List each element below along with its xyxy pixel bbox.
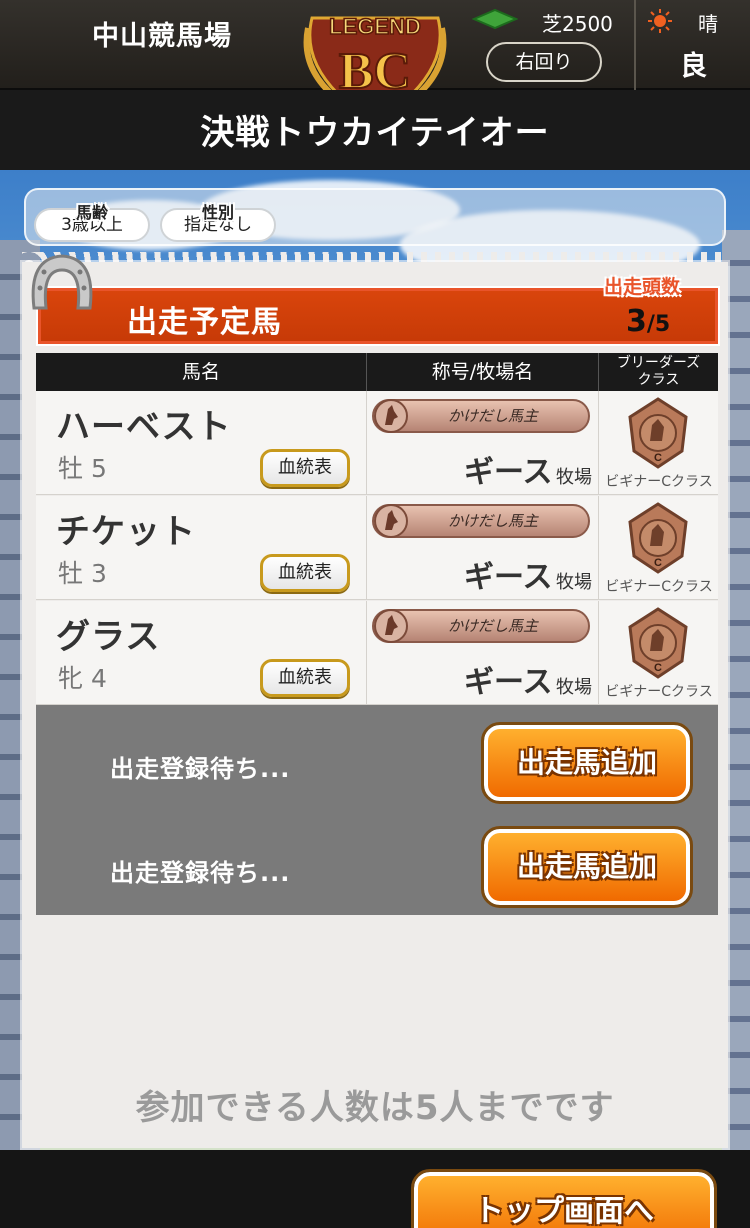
track-condition: 良 xyxy=(680,51,707,82)
bottom-bar: トップ画面へ xyxy=(0,1150,750,1228)
entries-title: 出走予定馬 xyxy=(127,305,282,340)
waiting-registration-text: 出走登録待ち... xyxy=(110,755,291,783)
sun-icon xyxy=(648,9,672,33)
table-row[interactable]: グラス 牝 4 血統表 かけだし馬主 ギース 牧場 C ビギナーCクラス xyxy=(36,601,718,705)
add-entry-button[interactable]: 出走馬追加 xyxy=(481,826,693,908)
beginner-c-medal-icon: C xyxy=(628,502,688,574)
entry-count-current: 3 xyxy=(626,304,647,339)
participant-limit-note: 参加できる人数は5人までです xyxy=(135,1088,615,1128)
farm-suffix: 牧場 xyxy=(556,572,592,593)
beginner-c-medal-icon: C xyxy=(628,397,688,469)
svg-text:C: C xyxy=(654,662,662,674)
pedigree-button[interactable]: 血統表 xyxy=(260,659,350,697)
weather-label: 晴 xyxy=(698,12,718,36)
breeders-class: ビギナーCクラス xyxy=(605,474,713,490)
breeders-class: ビギナーCクラス xyxy=(605,684,713,700)
legend-bc-logo: LEGEND BC xyxy=(298,0,452,102)
waiting-registration-text: 出走登録待ち... xyxy=(110,859,291,887)
horse-name: グラス xyxy=(56,617,161,657)
pending-slots: 出走登録待ち... 出走馬追加 出走登録待ち... 出走馬追加 xyxy=(36,705,718,915)
svg-text:C: C xyxy=(654,557,662,569)
col-class-line1: ブリーダーズ xyxy=(616,355,701,371)
entry-count-label: 出走頭数 xyxy=(604,276,681,298)
race-title: 決戦トウカイテイオー xyxy=(0,90,750,170)
beginner-c-medal-icon: C xyxy=(628,607,688,679)
horse-sex-age: 牡 5 xyxy=(58,454,107,483)
table-row[interactable]: チケット 牡 3 血統表 かけだし馬主 ギース 牧場 C ビギナーCクラス xyxy=(36,496,718,600)
svg-text:C: C xyxy=(654,452,662,464)
entry-count-max: /5 xyxy=(646,312,671,337)
age-filter: 馬齢 3歳以上 xyxy=(34,203,150,242)
farm-name: ギース xyxy=(464,560,553,595)
divider xyxy=(634,0,636,90)
top-screen-button[interactable]: トップ画面へ xyxy=(411,1169,717,1228)
turf-icon xyxy=(472,8,518,30)
pedigree-button[interactable]: 血統表 xyxy=(260,449,350,487)
age-filter-label: 馬齢 xyxy=(75,203,108,222)
horse-head-icon xyxy=(374,504,408,538)
farm-suffix: 牧場 xyxy=(556,677,592,698)
track-direction: 右回り xyxy=(486,42,602,82)
col-class-line2: クラス xyxy=(637,372,680,388)
table-row[interactable]: ハーベスト 牡 5 血統表 かけだし馬主 ギース 牧場 C ビギナーCクラス xyxy=(36,391,718,495)
add-entry-button[interactable]: 出走馬追加 xyxy=(481,722,693,804)
col-breeders-class: ブリーダーズ クラス xyxy=(598,353,718,391)
horse-name: チケット xyxy=(56,512,196,552)
svg-text:LEGEND: LEGEND xyxy=(329,14,421,39)
col-horse-name: 馬名 xyxy=(181,361,220,383)
race-conditions: 馬齢 3歳以上 性別 指定なし xyxy=(24,188,726,246)
entry-count: 3/5 xyxy=(626,304,670,339)
sex-filter: 性別 指定なし xyxy=(160,203,276,242)
farm-name: ギース xyxy=(464,665,553,700)
venue-name: 中山競馬場 xyxy=(92,21,232,52)
top-status-bar: 中山競馬場 LEGEND BC 芝2500 右回り 晴 良 xyxy=(0,0,750,101)
horseshoe-icon xyxy=(31,254,93,310)
farm-suffix: 牧場 xyxy=(556,467,592,488)
pedigree-button[interactable]: 血統表 xyxy=(260,554,350,592)
col-owner: 称号/牧場名 xyxy=(366,353,598,391)
track-surface-distance: 芝2500 xyxy=(542,12,613,36)
horse-head-icon xyxy=(374,399,408,433)
farm-name: ギース xyxy=(464,455,553,490)
horse-head-icon xyxy=(374,609,408,643)
sex-filter-label: 性別 xyxy=(201,203,234,222)
breeders-class: ビギナーCクラス xyxy=(605,579,713,595)
horse-sex-age: 牡 3 xyxy=(58,559,107,588)
table-header: 馬名 称号/牧場名 ブリーダーズ クラス xyxy=(36,353,718,391)
horse-sex-age: 牝 4 xyxy=(58,664,107,693)
horse-name: ハーベスト xyxy=(56,407,232,447)
